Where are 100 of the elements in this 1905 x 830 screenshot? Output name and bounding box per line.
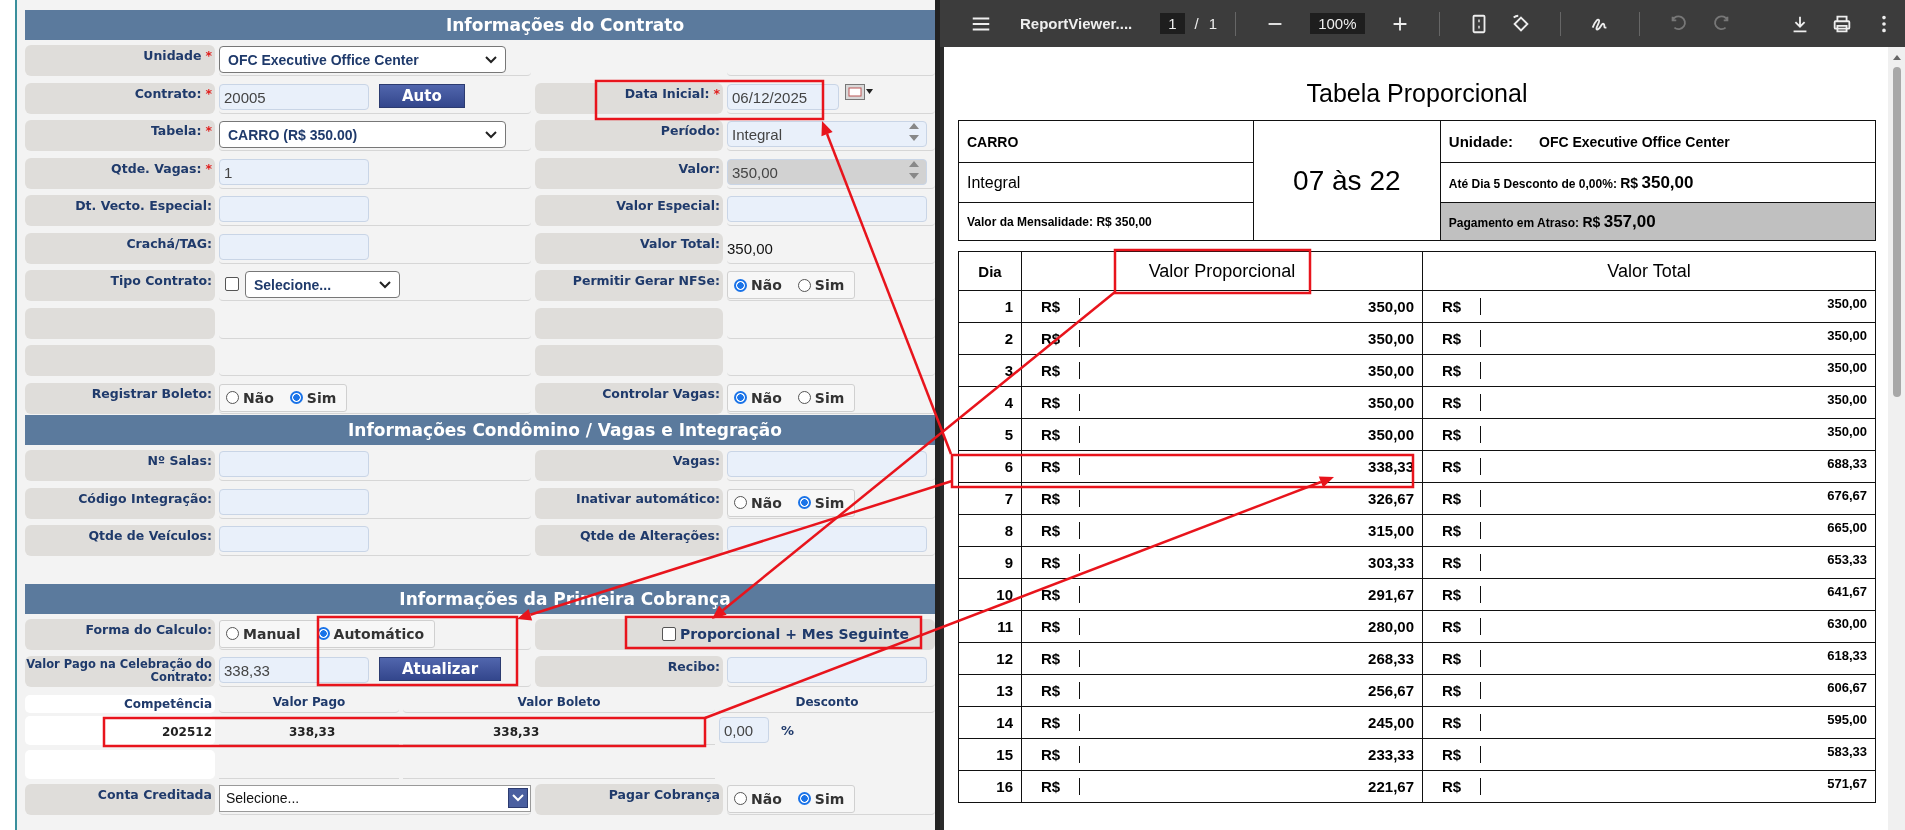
input-field[interactable] [219, 488, 369, 515]
field-label: Crachá/TAG: [25, 232, 215, 264]
field-label: Período: [535, 120, 723, 151]
scrollbar[interactable] [1888, 47, 1905, 830]
currency-label: R$ [1022, 426, 1080, 443]
field-label: Forma do Calculo: [25, 618, 215, 650]
radio-label: Sim [814, 790, 845, 807]
field-label: Valor Especial: [535, 195, 723, 226]
dropdown-icon [508, 788, 528, 808]
radio-button[interactable] [797, 391, 811, 404]
currency-label: R$ [1423, 522, 1481, 539]
column-header: Valor Total [1422, 251, 1876, 291]
checkbox[interactable] [225, 277, 239, 291]
field-label: Qtde. Vagas: * [25, 157, 215, 189]
amount: 233,33 [1368, 746, 1414, 763]
action-button[interactable]: Atualizar [379, 657, 502, 681]
field-label: Valor Total: [535, 232, 723, 264]
column-header: Dia [958, 251, 1022, 291]
page-count: 1 [1208, 15, 1218, 32]
amount: 688,33 [1827, 455, 1867, 471]
amount: 618,33 [1827, 647, 1867, 663]
currency-label: R$ [1022, 554, 1080, 571]
spinner-field[interactable]: Integral [727, 121, 927, 147]
section-header: Informações Condômino / Vagas e Integração [25, 415, 935, 445]
radio-button[interactable] [734, 278, 747, 292]
date-field[interactable]: 06/12/2025 [727, 83, 839, 110]
input-field[interactable] [219, 233, 369, 260]
radio-label: Não [751, 389, 782, 406]
radio-button[interactable] [289, 391, 303, 404]
radio-label: Sim [814, 389, 845, 406]
input-field[interactable] [727, 451, 927, 477]
table-cell: 13 [958, 674, 1022, 707]
input-field[interactable] [727, 657, 927, 683]
scrollbar-thumb[interactable] [1892, 67, 1901, 397]
input-field[interactable]: 1 [219, 158, 369, 185]
radio-button[interactable] [734, 391, 747, 404]
radio-button[interactable] [797, 278, 811, 292]
radio-button[interactable] [734, 792, 747, 805]
currency-label: R$ [1022, 522, 1080, 539]
chevron-icon [485, 55, 497, 64]
radio-label: Não [751, 790, 782, 807]
table-cell: 10 [958, 578, 1022, 611]
amount: 245,00 [1368, 714, 1414, 731]
table-cell: 6 [958, 450, 1022, 483]
amount: 350,00 [1368, 330, 1414, 347]
currency-label: R$ [1022, 586, 1080, 603]
radio-button[interactable] [226, 627, 239, 640]
select-field[interactable]: Selecione... [245, 271, 400, 298]
field-label: Nº Salas: [25, 450, 215, 481]
currency-label: R$ [1423, 778, 1481, 795]
radio-button[interactable] [734, 496, 747, 509]
action-button[interactable]: Auto [379, 83, 465, 108]
field-label: Dt. Vecto. Especial: [25, 195, 215, 226]
input-field[interactable] [219, 526, 369, 552]
input-field[interactable] [219, 451, 369, 477]
spinner-field[interactable]: 350,00 [727, 158, 927, 185]
radio-label: Sim [814, 494, 845, 511]
required-mark: * [205, 48, 212, 63]
field-label: Valor: [535, 157, 723, 189]
input-field[interactable]: 338,33 [219, 657, 369, 683]
amount: 571,67 [1827, 775, 1867, 791]
amount: 256,67 [1368, 682, 1414, 699]
amount: 350,00 [1827, 359, 1867, 375]
radio-button[interactable] [797, 496, 811, 509]
select-field[interactable]: Selecione... [219, 784, 531, 812]
input-field[interactable]: 20005 [219, 83, 369, 110]
currency-label: R$ [1022, 298, 1080, 315]
column-header: Valor Boleto [403, 694, 715, 713]
radio-button[interactable] [226, 391, 239, 404]
calendar-icon[interactable] [845, 83, 873, 100]
input-field[interactable] [727, 526, 927, 552]
currency-label: R$ [1022, 778, 1080, 795]
input-field[interactable] [727, 196, 927, 222]
input-field[interactable] [219, 196, 369, 222]
zoom-field[interactable]: 100% [1310, 13, 1365, 34]
report-title: Tabela Proporcional [1305, 79, 1529, 108]
select-field[interactable]: OFC Executive Office Center [219, 46, 506, 73]
discount-field[interactable]: 0,00 [719, 717, 769, 743]
scroll-up-icon[interactable] [1891, 53, 1902, 61]
select-field[interactable]: CARRO (R$ 350.00) [219, 121, 506, 148]
page-number-field[interactable]: 1 [1160, 13, 1185, 34]
amount: 653,33 [1827, 551, 1867, 567]
table-cell: 1 [958, 290, 1022, 323]
amount: 350,00 [1368, 394, 1414, 411]
column-header: Desconto [719, 694, 935, 713]
radio-label: Sim [306, 389, 337, 406]
checkbox[interactable] [662, 627, 677, 641]
table-cell: 16 [958, 770, 1022, 803]
currency-label: R$ [1423, 714, 1481, 731]
radio-label: Automático [333, 625, 425, 642]
table-cell: 8 [958, 514, 1022, 547]
currency-label: R$ [1022, 618, 1080, 635]
table-cell: 07 às 22 [1253, 120, 1441, 241]
amount: 350,00 [1827, 295, 1867, 311]
amount: 303,33 [1368, 554, 1414, 571]
table-cell: Integral [958, 162, 1254, 203]
amount: 676,67 [1827, 487, 1867, 503]
percent-sign: % [781, 722, 795, 738]
radio-button[interactable] [797, 792, 811, 805]
radio-label: Não [751, 494, 782, 511]
